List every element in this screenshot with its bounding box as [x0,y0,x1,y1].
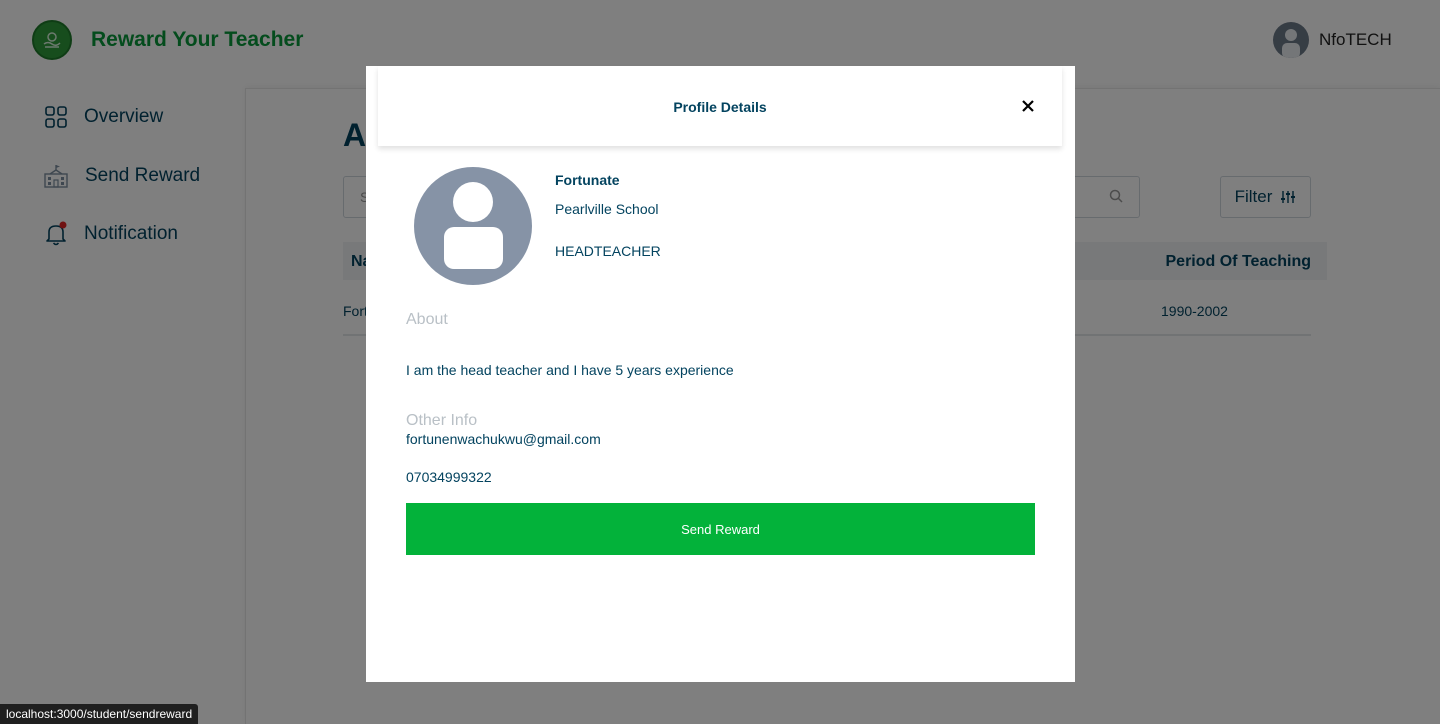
modal-title: Profile Details [673,99,767,115]
user-placeholder-icon [444,182,503,269]
profile-avatar [414,167,532,285]
send-reward-button[interactable]: Send Reward [406,503,1035,555]
other-info-label: Other Info [406,412,478,429]
profile-phone: 07034999322 [406,469,492,485]
status-bar-url: localhost:3000/student/sendreward [0,704,199,724]
modal-header: Profile Details [378,66,1062,146]
about-text: I am the head teacher and I have 5 years… [406,362,734,378]
profile-name: Fortunate [555,172,620,188]
profile-school: Pearlville School [555,201,659,217]
close-icon [1022,100,1034,112]
profile-role: HEADTEACHER [555,243,661,259]
close-button[interactable] [1018,96,1038,116]
about-label: About [406,311,448,328]
profile-email: fortunenwachukwu@gmail.com [406,431,601,447]
profile-details-modal: Profile Details Fortunate Pearlville Sch… [366,66,1075,682]
